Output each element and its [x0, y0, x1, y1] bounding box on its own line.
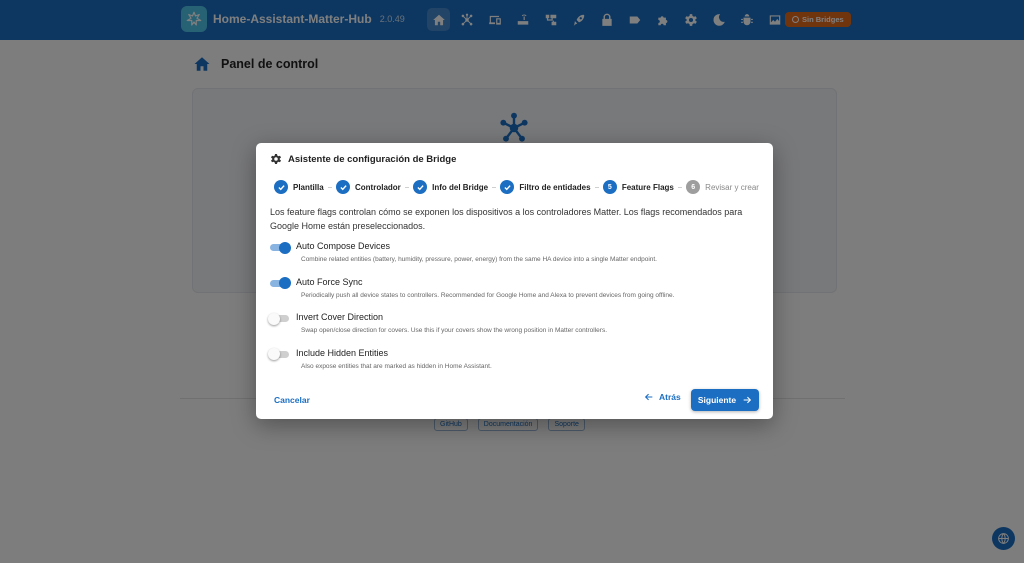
step-connector — [404, 186, 410, 188]
step-connector — [677, 186, 683, 188]
step-controller[interactable]: Controlador — [336, 180, 401, 194]
back-button[interactable]: Atrás — [644, 392, 681, 402]
flag-include-hidden: Include Hidden Entities Also expose enti… — [268, 346, 758, 382]
step-label: Controlador — [355, 182, 401, 192]
flag-description: Combine related entities (battery, humid… — [301, 256, 657, 263]
flag-auto-compose: Auto Compose Devices Combine related ent… — [268, 239, 758, 275]
invert-cover-toggle[interactable] — [268, 312, 291, 325]
step-label: Info del Bridge — [432, 182, 489, 192]
step-connector — [327, 186, 332, 188]
step-label: Filtro de entidades — [519, 182, 591, 192]
flag-description: Swap open/close direction for covers. Us… — [301, 327, 607, 334]
next-button-label: Siguiente — [697, 395, 737, 405]
flag-title: Auto Compose Devices — [296, 241, 391, 251]
bridge-wizard-dialog: Asistente de configuración de Bridge Pla… — [256, 143, 773, 419]
check-icon — [500, 180, 515, 194]
include-hidden-toggle[interactable] — [268, 348, 291, 360]
feature-flags-intro: Los feature flags controlan cómo se expo… — [270, 207, 743, 231]
gear-icon — [271, 154, 281, 164]
step-bridge-info[interactable]: Info del Bridge — [413, 180, 488, 194]
flag-auto-force-sync: Auto Force Sync Periodically push all de… — [268, 275, 758, 311]
flag-description: Also expose entities that are marked as … — [301, 362, 492, 370]
next-button[interactable]: Siguiente — [691, 389, 759, 411]
auto-force-sync-toggle[interactable] — [268, 277, 291, 289]
back-button-label: Atrás — [659, 392, 681, 402]
dialog-title-text: Asistente de configuración de Bridge — [288, 153, 457, 165]
step-label: Revisar y crear — [705, 182, 759, 192]
step-entity-filter[interactable]: Filtro de entidades — [500, 180, 591, 194]
flag-title: Invert Cover Direction — [296, 312, 384, 322]
switch-thumb — [279, 277, 291, 289]
flag-invert-cover: Invert Cover Direction Swap open/close d… — [268, 310, 758, 346]
wizard-stepper: Plantilla Controlador Info del Bridge Fi… — [274, 180, 759, 194]
switch-thumb — [268, 312, 280, 325]
step-feature-flags[interactable]: 5 Feature Flags — [602, 180, 674, 194]
step-review-create[interactable]: 6 Revisar y crear — [686, 180, 759, 194]
step-number: 6 — [686, 180, 701, 194]
switch-thumb — [279, 241, 291, 254]
step-template[interactable]: Plantilla — [274, 180, 324, 194]
step-label: Plantilla — [293, 182, 324, 192]
flag-title: Auto Force Sync — [296, 276, 363, 287]
arrow-right-icon — [743, 396, 752, 404]
cancel-button[interactable]: Cancelar — [268, 393, 316, 407]
flag-title: Include Hidden Entities — [296, 347, 389, 358]
step-label: Feature Flags — [621, 182, 674, 192]
step-connector — [492, 186, 497, 188]
arrow-left-icon — [644, 393, 653, 401]
check-icon — [336, 180, 350, 194]
step-number: 5 — [602, 180, 617, 194]
step-connector — [594, 186, 599, 188]
auto-compose-toggle[interactable] — [268, 241, 291, 254]
dialog-title: Asistente de configuración de Bridge — [270, 153, 456, 165]
switch-thumb — [268, 348, 280, 360]
feature-flags-list: Auto Compose Devices Combine related ent… — [268, 239, 758, 381]
flag-description: Periodically push all device states to c… — [301, 291, 675, 299]
check-icon — [413, 180, 428, 194]
check-icon — [274, 180, 288, 194]
